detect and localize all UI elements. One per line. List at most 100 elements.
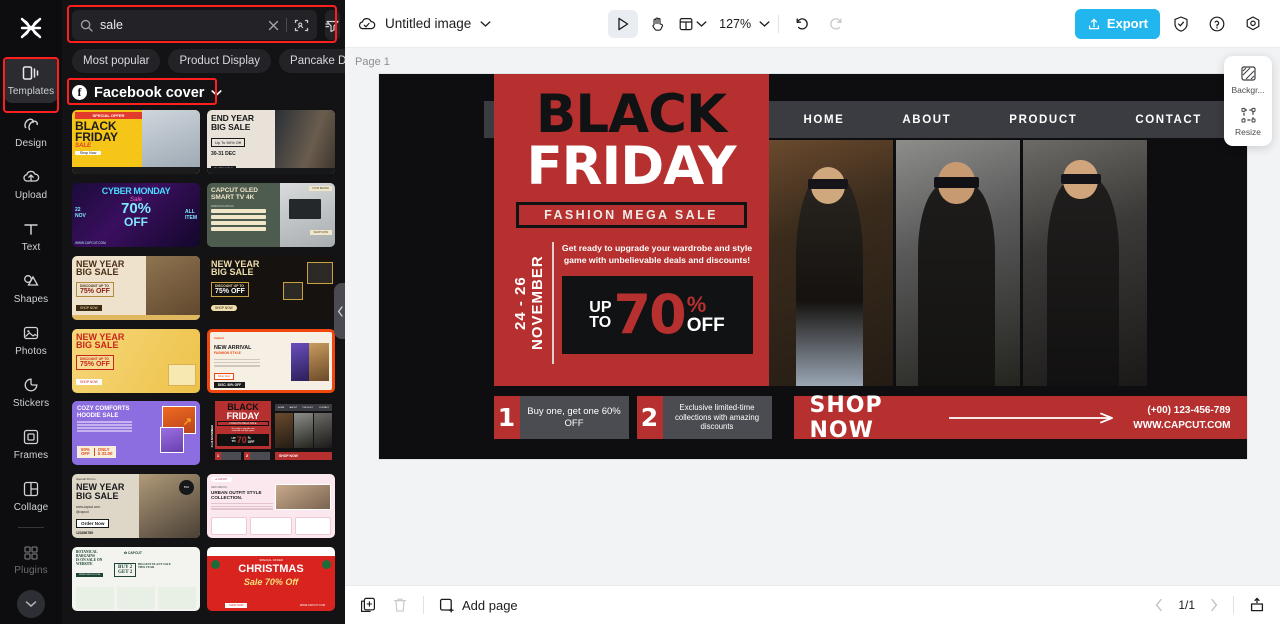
background-label: Backgr... xyxy=(1231,85,1265,95)
template-card[interactable]: NEW YEAR BIG SALE DISCOUNT UP TO 75% OFF … xyxy=(72,328,200,393)
layout-tool-button[interactable] xyxy=(676,16,709,32)
chip-most-popular[interactable]: Most popular xyxy=(72,49,161,73)
category-label: Facebook cover xyxy=(94,84,205,101)
page-count: 1/1 xyxy=(1178,598,1195,612)
hand-tool-button[interactable] xyxy=(642,10,672,38)
sidebar-item-plugins[interactable]: Plugins xyxy=(4,536,58,582)
template-card[interactable]: ★ CAPCUT NEW ARRIVAL URBAN OUTFIT STYLE C… xyxy=(207,474,335,539)
image-search-icon[interactable] xyxy=(294,18,309,33)
template-card[interactable]: CYBER MONDAY Sale 70% OFF 22 NOV ALL ITEM W… xyxy=(72,182,200,247)
sidebar-item-photos[interactable]: Photos xyxy=(4,317,58,363)
redo-icon xyxy=(828,16,844,32)
design-bottom-bar: 1 Buy one, get one 60% OFF 2 Exclusive l… xyxy=(493,393,1247,443)
template-card[interactable]: CapCut NEW ARRIVAL FASHION STYLE Shop Now… xyxy=(207,328,335,393)
photos-icon xyxy=(21,323,41,343)
left-icon-rail: Templates Design Upload Text Shapes Phot… xyxy=(0,0,62,624)
settings-button[interactable] xyxy=(1238,10,1268,38)
add-page-button[interactable]: Add page xyxy=(438,597,518,614)
filter-button[interactable] xyxy=(325,10,340,40)
background-icon xyxy=(1240,65,1257,82)
shield-button[interactable] xyxy=(1166,10,1196,38)
filter-chips: Most popular Product Display Pancake Da xyxy=(62,40,345,73)
template-card[interactable]: END YEAR BIG SALE Up To 50% Off 30-31 DEC… xyxy=(207,110,335,174)
panel-collapse-handle[interactable] xyxy=(334,283,345,339)
chevron-left-icon[interactable] xyxy=(1154,598,1164,612)
export-label: Export xyxy=(1106,16,1148,31)
search-input[interactable] xyxy=(100,18,261,32)
sidebar-item-collage[interactable]: Collage xyxy=(4,473,58,519)
design-subtitle: FASHION MEGA SALE xyxy=(544,207,718,222)
arrow-right-icon xyxy=(935,412,1133,424)
close-icon[interactable] xyxy=(268,20,279,31)
filter-icon xyxy=(325,18,340,33)
template-grid: SPECIAL OFFER BLACK FRIDAY SALE Shop Now … xyxy=(62,101,345,613)
help-button[interactable] xyxy=(1202,10,1232,38)
sidebar-item-label: Templates xyxy=(7,86,55,97)
trash-icon[interactable] xyxy=(391,596,409,614)
canvas-area[interactable]: Page 1 HOME ABOUT PRODUCT CONTACT BLACK … xyxy=(345,48,1280,585)
design-artboard[interactable]: HOME ABOUT PRODUCT CONTACT BLACK FRIDAY … xyxy=(378,74,1247,459)
chip-pancake-day[interactable]: Pancake Da xyxy=(279,49,345,73)
sidebar-item-label: Stickers xyxy=(12,398,50,409)
chevron-right-icon[interactable] xyxy=(1209,598,1219,612)
capcut-logo-icon[interactable] xyxy=(11,8,51,48)
sidebar-item-text[interactable]: Text xyxy=(4,213,58,259)
model-photo-3 xyxy=(1022,140,1147,386)
rail-collapse-button[interactable] xyxy=(17,590,45,618)
canvas-tools: 127% xyxy=(608,9,851,38)
template-card[interactable]: CAPCUT OLED SMART TV 4K SPECIFICATION YOU… xyxy=(207,182,335,247)
document-name-button[interactable]: Untitled image xyxy=(357,16,491,32)
design-icon xyxy=(21,115,41,135)
sidebar-item-label: Plugins xyxy=(14,565,48,576)
sidebar-item-upload[interactable]: Upload xyxy=(4,161,58,207)
category-selector[interactable]: f Facebook cover xyxy=(72,84,223,101)
capcut-editor-window: Templates Design Upload Text Shapes Phot… xyxy=(0,0,1280,624)
search-field[interactable] xyxy=(72,10,317,40)
sidebar-item-stickers[interactable]: Stickers xyxy=(4,369,58,415)
shapes-icon xyxy=(21,271,41,291)
sidebar-item-frames[interactable]: Frames xyxy=(4,421,58,467)
design-model-photos xyxy=(768,140,1147,386)
template-card[interactable]: COZY COMFORTS HOODIE SALE 50% OFF ONLY $ 31… xyxy=(72,401,200,466)
template-card[interactable]: NEW YEAR BIG SALE DISCOUNT UP TO 75% OFF … xyxy=(207,255,335,320)
template-card[interactable]: SPECIAL OFFER BLACK FRIDAY SALE Shop Now xyxy=(72,110,200,174)
sidebar-item-templates[interactable]: Templates xyxy=(4,57,58,103)
chevron-left-icon xyxy=(337,305,344,317)
sidebar-item-design[interactable]: Design xyxy=(4,109,58,155)
zoom-level[interactable]: 127% xyxy=(719,17,751,31)
template-card[interactable]: NEW YEAR BIG SALE DISCOUNT UP TO 75% OFF … xyxy=(72,255,200,320)
resize-button[interactable]: Resize xyxy=(1224,107,1272,137)
select-tool-button[interactable] xyxy=(608,9,639,38)
export-button[interactable]: Export xyxy=(1074,8,1160,39)
undo-button[interactable] xyxy=(787,10,817,38)
sidebar-item-shapes[interactable]: Shapes xyxy=(4,265,58,311)
sidebar-item-label: Photos xyxy=(15,346,47,357)
template-card[interactable]: SPECIAL OFFER CHRISTMAS Sale 70% Off SHO… xyxy=(207,547,335,612)
template-card[interactable]: BLACK FRIDAY FASHION MEGA SALE Get ready… xyxy=(207,401,335,466)
export-icon xyxy=(1087,17,1101,31)
redo-button[interactable] xyxy=(821,10,851,38)
present-icon[interactable] xyxy=(1248,596,1266,614)
design-red-panel: BLACK FRIDAY FASHION MEGA SALE 24 - 26 N… xyxy=(493,74,769,386)
design-promo-2: 2 Exclusive limited-time collections wit… xyxy=(636,396,772,439)
design-promo-text: Buy one, get one 60% OFF xyxy=(519,396,629,439)
chip-product-display[interactable]: Product Display xyxy=(168,49,272,73)
chevron-down-icon[interactable] xyxy=(759,20,770,28)
model-photo-1 xyxy=(768,140,893,386)
template-card[interactable]: Special Promo NEW YEAR BIG SALE www.capcu… xyxy=(72,474,200,539)
duplicate-icon[interactable] xyxy=(359,596,377,614)
template-card[interactable]: BOTANICAL BARGAINS IS ON SALE ON WEBSITE WW… xyxy=(72,547,200,612)
design-nav-home: HOME xyxy=(803,113,845,126)
chevron-down-icon xyxy=(25,600,37,608)
design-promo-1: 1 Buy one, get one 60% OFF xyxy=(493,396,629,439)
design-headline-black: BLACK xyxy=(535,84,727,145)
design-description: Get ready to upgrade your wardrobe and s… xyxy=(561,242,753,266)
collage-icon xyxy=(21,479,41,499)
search-icon xyxy=(80,19,93,32)
floating-tools-panel: Backgr... Resize xyxy=(1224,56,1272,146)
sidebar-item-label: Design xyxy=(15,138,47,149)
toolbar-separator xyxy=(778,14,780,33)
background-button[interactable]: Backgr... xyxy=(1224,65,1272,95)
category-area: f Facebook cover xyxy=(62,73,345,105)
design-discount-value: 70 xyxy=(613,283,687,347)
